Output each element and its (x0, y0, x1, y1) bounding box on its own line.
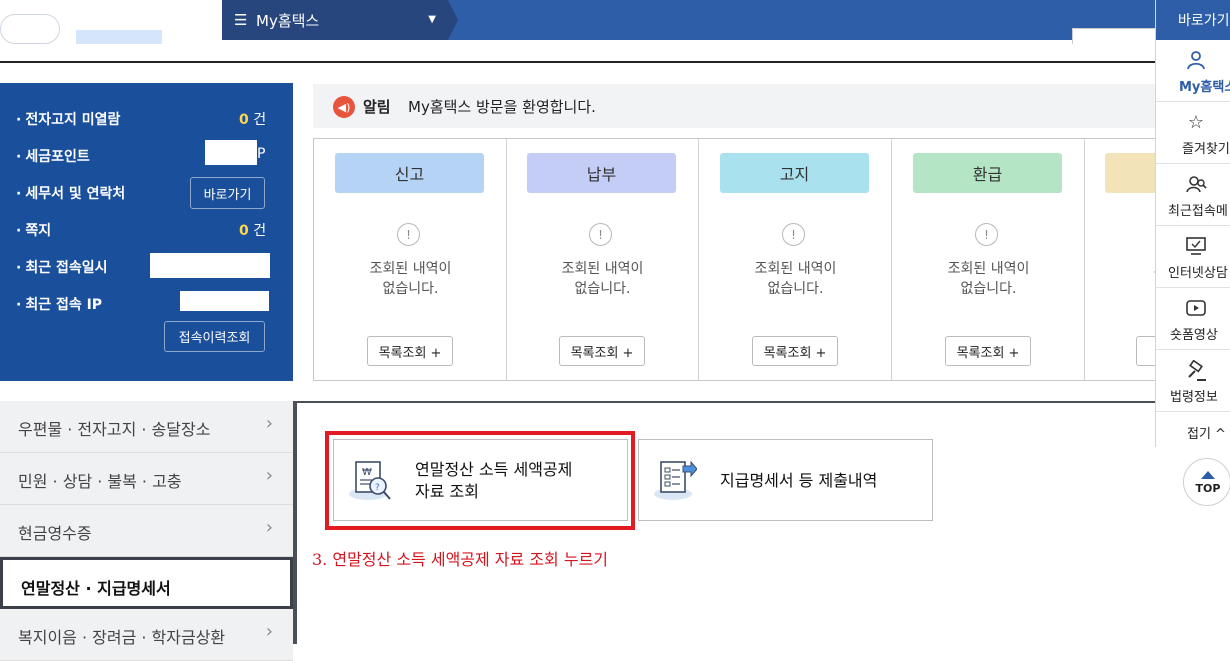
empty-message: 조회없 (1070, 259, 1159, 299)
card-title[interactable]: 납부 (527, 153, 676, 193)
list-view-button[interactable]: 목록조회 + (752, 336, 838, 366)
svg-text:?: ? (375, 483, 380, 493)
menu-label: My홈택스 (256, 12, 320, 30)
nav-item-cash-receipt[interactable]: 현금영수증 › (0, 505, 293, 557)
monitor-chat-icon (1185, 236, 1207, 261)
list-view-button[interactable]: 목록조회 + (945, 336, 1031, 366)
list-view-button[interactable]: 목록조회 + (367, 336, 453, 366)
document-search-icon: ₩ ? (349, 461, 391, 500)
chevron-right-icon: › (265, 413, 273, 434)
info-icon: ! (782, 223, 805, 246)
breadcrumb-chevron (448, 0, 458, 40)
info-row-message: · 쪽지 (16, 223, 52, 239)
scroll-top-button[interactable]: TOP (1183, 458, 1230, 506)
last-ip-value (180, 291, 269, 311)
caret-down-icon: ▼ (428, 14, 436, 25)
payment-statement-history-button[interactable]: 지급명세서 등 제출내역 (638, 439, 933, 521)
notice-message: My홈택스 방문을 환영합니다. (408, 98, 596, 116)
tax-point-value (205, 140, 257, 165)
quick-item-recent[interactable]: 최근접속메 (1156, 164, 1230, 226)
quick-item-my-hometax[interactable]: My홈택스 (1156, 40, 1230, 102)
notice-bar: ◀) 알림 My홈택스 방문을 환영합니다. (313, 84, 1160, 128)
card-refund: 환급 ! 조회된 내역이 없습니다. 목록조회 + (892, 139, 1085, 380)
info-row-last-ip: · 최근 접속 IP (16, 297, 103, 313)
card-title[interactable]: 신고 (335, 153, 484, 193)
gavel-icon (1185, 359, 1207, 387)
chevron-right-icon: › (265, 465, 273, 486)
access-history-button[interactable]: 접속이력조회 (164, 321, 265, 352)
empty-message: 조회된 내역이 없습니다. (369, 261, 452, 297)
header-divider (0, 61, 1160, 63)
quick-item-favorites[interactable]: ☆ 즐겨찾기 (1156, 102, 1230, 164)
nav-item-year-end[interactable]: 연말정산 · 지급명세서 (0, 557, 293, 609)
summary-cards: 신고 ! 조회된 내역이 없습니다. 목록조회 + 납부 ! 조회된 내역이 없습니… (313, 138, 1160, 381)
notice-tag: 알림 (363, 98, 391, 116)
unread-count: 0 건 (239, 112, 267, 128)
info-icon: ! (397, 223, 420, 246)
card-title[interactable]: 환급 (913, 153, 1062, 193)
top-right-box[interactable] (1072, 28, 1162, 44)
star-icon: ☆ (1187, 112, 1205, 133)
card-notice: 고지 ! 조회된 내역이 없습니다. 목록조회 + (699, 139, 892, 380)
list-view-button[interactable]: 목록조회 + (559, 336, 645, 366)
quick-menu: 바로가기 My홈택스 ☆ 즐겨찾기 최근접속메 인터넷상담 숏폼영상 법령정보 (1155, 0, 1230, 447)
tax-point-unit: P (257, 146, 266, 162)
message-count: 0 건 (239, 223, 267, 239)
year-end-deduction-lookup-button[interactable]: ₩ ? 연말정산 소득 세액공제 자료 조회 (333, 439, 628, 521)
megaphone-icon: ◀) (333, 96, 355, 118)
nav-item-civil[interactable]: 민원 · 상담 · 불복 · 고충 › (0, 453, 293, 505)
chevron-right-icon: › (265, 621, 273, 642)
empty-message: 조회된 내역이 없습니다. (561, 261, 644, 297)
top-left-area (0, 0, 222, 44)
top-navigation-bar: ☰ My홈택스 ▼ (0, 0, 1230, 44)
info-row-unread-notice: · 전자고지 미열람 (16, 112, 121, 128)
play-icon (1185, 298, 1207, 323)
account-info-panel: · 전자고지 미열람 0 건 · 세금포인트 P · 세무서 및 연락처 바로가기 ·… (0, 83, 293, 381)
card-title[interactable]: 고지 (720, 153, 869, 193)
svg-text:₩: ₩ (362, 467, 372, 478)
my-hometax-menu[interactable]: ☰ My홈택스 ▼ (222, 0, 448, 40)
empty-message: 조회된 내역이 없습니다. (754, 261, 837, 297)
left-navigation: 우편물 · 전자고지 · 송달장소 › 민원 · 상담 · 불복 · 고충 › 현금… (0, 401, 293, 661)
nav-separator (293, 401, 297, 644)
fold-quick-menu-button[interactable]: 접기 ^ (1155, 418, 1230, 446)
search-pill[interactable] (0, 14, 60, 44)
info-icon: ! (589, 223, 612, 246)
top-label: TOP (1195, 482, 1221, 495)
info-row-tax-office: · 세무서 및 연락처 (16, 186, 126, 202)
quick-item-law[interactable]: 법령정보 (1156, 350, 1230, 412)
document-submit-icon (654, 460, 697, 500)
content-top-border (297, 401, 1160, 403)
person-icon (1186, 50, 1206, 75)
card-partial: 조회없 목 (1084, 139, 1159, 380)
nav-item-mail[interactable]: 우편물 · 전자고지 · 송달장소 › (0, 401, 293, 453)
nav-item-welfare[interactable]: 복지이음 · 장려금 · 학자금상환 › (0, 609, 293, 661)
button-label: 지급명세서 등 제출내역 (720, 471, 878, 490)
tax-office-shortcut-button[interactable]: 바로가기 (190, 177, 265, 209)
quick-menu-title: 바로가기 (1156, 0, 1230, 40)
quick-item-consult[interactable]: 인터넷상담 (1156, 226, 1230, 288)
info-row-tax-point: · 세금포인트 (16, 149, 90, 165)
info-icon: ! (975, 223, 998, 246)
card-payment: 납부 ! 조회된 내역이 없습니다. 목록조회 + (506, 139, 699, 380)
button-label: 연말정산 소득 세액공제 자료 조회 (415, 460, 573, 501)
quick-item-shortform[interactable]: 숏폼영상 (1156, 288, 1230, 350)
info-row-last-login: · 최근 접속일시 (16, 260, 108, 276)
card-report: 신고 ! 조회된 내역이 없습니다. 목록조회 + (314, 139, 507, 380)
user-chip (76, 30, 162, 44)
card-title[interactable] (1105, 153, 1159, 193)
hamburger-icon: ☰ (234, 11, 248, 29)
arrow-up-icon (1201, 471, 1215, 479)
chevron-right-icon: › (265, 517, 273, 538)
recent-access-icon (1185, 174, 1207, 199)
empty-message: 조회된 내역이 없습니다. (947, 261, 1030, 297)
instruction-text: 3. 연말정산 소득 세액공제 자료 조회 누르기 (312, 550, 609, 569)
last-login-value (150, 253, 270, 278)
